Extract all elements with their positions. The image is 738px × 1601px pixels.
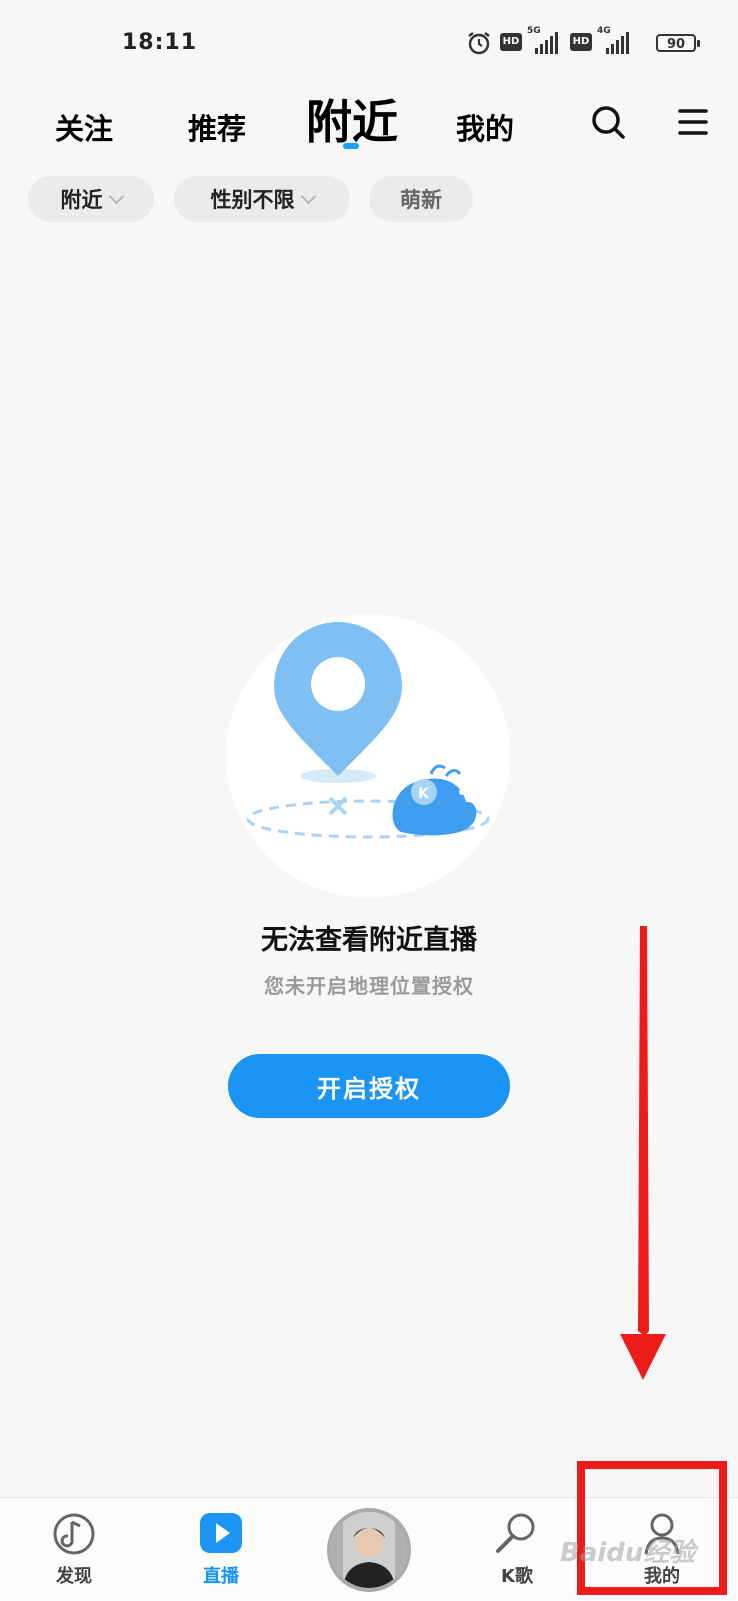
live-play-icon[interactable] <box>199 1512 243 1554</box>
alarm-icon <box>468 32 490 55</box>
chevron-down-icon <box>108 188 124 204</box>
active-tab-indicator <box>343 143 359 149</box>
tab-recommend[interactable]: 推荐 <box>188 106 246 148</box>
hd-badge: HD <box>500 33 522 51</box>
filter-location-chip[interactable]: 附近 <box>28 176 154 222</box>
hd-badge: HD <box>570 33 592 51</box>
battery-icon: 90 <box>656 34 700 52</box>
avatar[interactable] <box>327 1508 411 1592</box>
red-arrow-annotation <box>620 926 666 1380</box>
location-pin-illustration: K <box>246 622 490 839</box>
nav-discover-label[interactable]: 发现 <box>34 1562 114 1588</box>
chevron-down-icon <box>300 188 316 204</box>
karaoke-microphone-icon[interactable] <box>492 1510 538 1556</box>
filter-gender-label: 性别不限 <box>210 188 295 212</box>
avatar-image <box>331 1512 407 1588</box>
status-time: 18:11 <box>122 30 198 55</box>
filter-gender-chip[interactable]: 性别不限 <box>174 176 350 222</box>
signal-icon <box>606 32 629 54</box>
enable-authorization-button[interactable]: 开启授权 <box>228 1054 510 1118</box>
svg-text:K: K <box>418 786 430 802</box>
filter-newbie-chip[interactable]: 萌新 <box>369 176 473 222</box>
nav-live-label[interactable]: 直播 <box>181 1562 261 1588</box>
menu-icon[interactable] <box>678 107 708 137</box>
nav-karaoke-label[interactable]: K歌 <box>477 1562 557 1588</box>
tab-follow[interactable]: 关注 <box>55 106 113 148</box>
search-icon[interactable] <box>590 104 626 140</box>
discover-music-icon[interactable] <box>52 1512 96 1556</box>
filter-location-label: 附近 <box>60 188 103 212</box>
red-highlight-box <box>577 1461 727 1595</box>
signal-icon <box>535 32 558 54</box>
tab-mine[interactable]: 我的 <box>456 106 514 148</box>
baidu-watermark: Baidu经验 <box>560 1538 696 1568</box>
